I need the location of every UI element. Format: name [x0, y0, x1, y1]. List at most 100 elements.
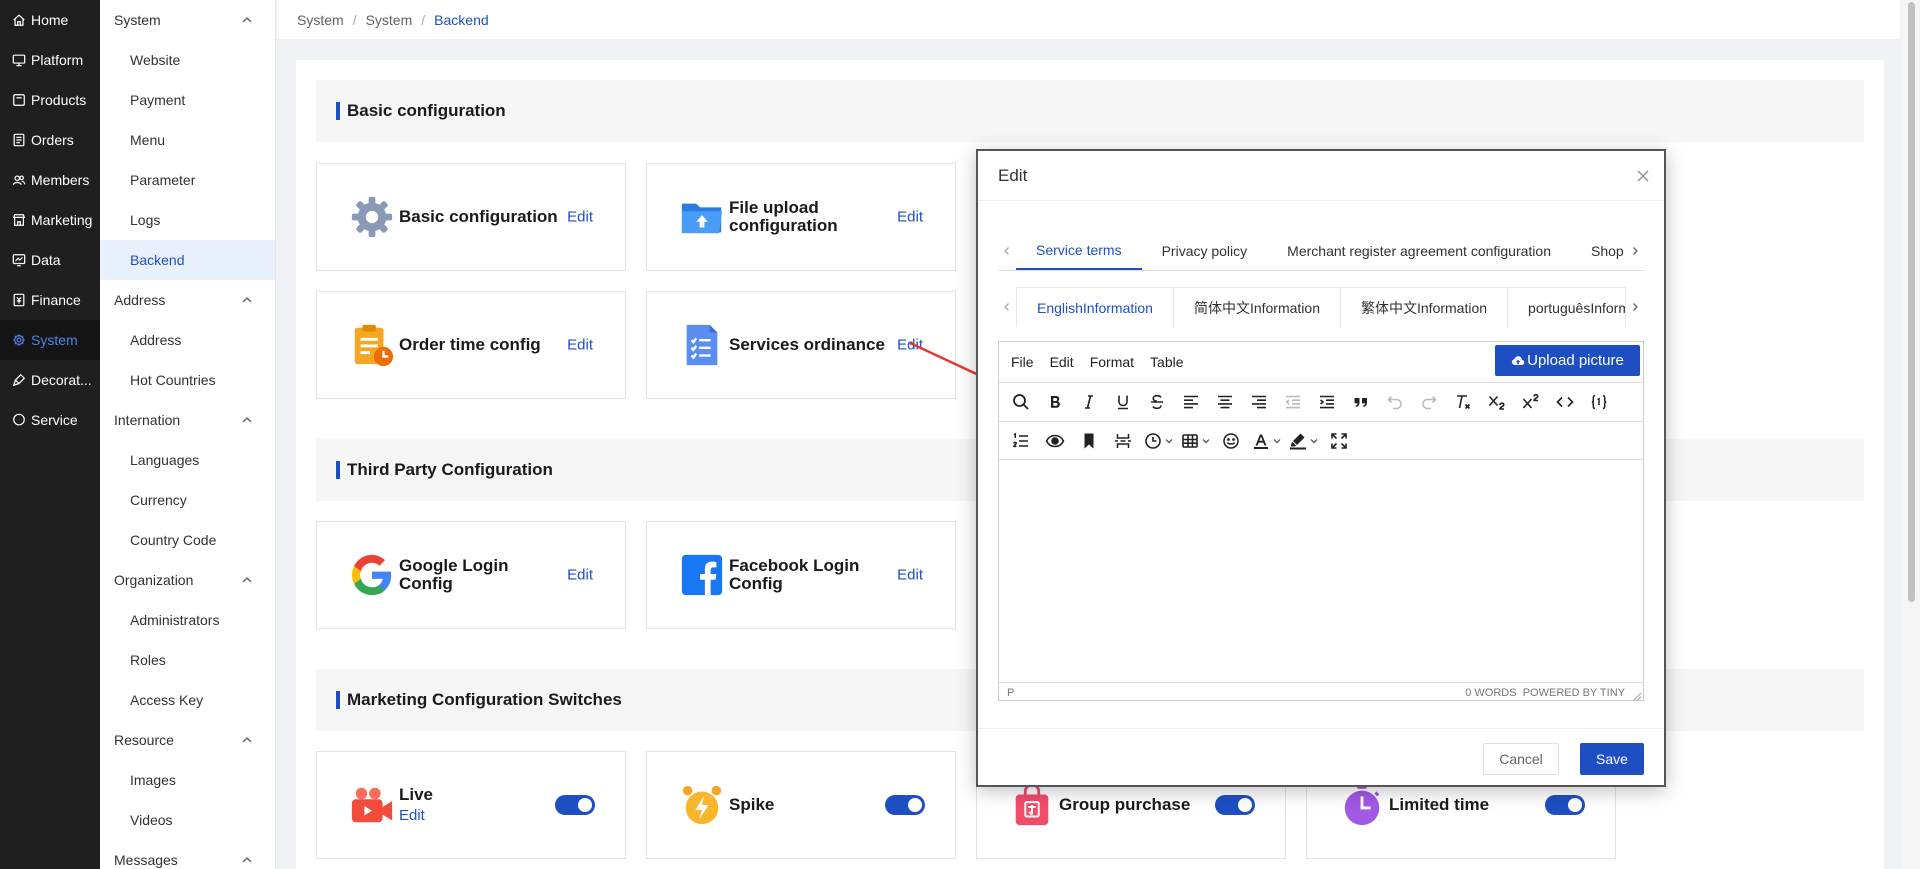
edit-live-link[interactable]: Edit [399, 807, 567, 824]
superscript-button[interactable] [1517, 388, 1545, 416]
submenu-group-resource[interactable]: Resource [100, 720, 275, 760]
lang-tabs-scroll-left[interactable] [998, 287, 1016, 327]
submenu-group-system[interactable]: System [100, 0, 275, 40]
save-button[interactable]: Save [1580, 743, 1644, 775]
strikethrough-button[interactable] [1143, 388, 1171, 416]
rail-item-system[interactable]: System [0, 320, 100, 360]
submenu-item-parameter[interactable]: Parameter [100, 160, 275, 200]
page-scrollbar[interactable] [1903, 0, 1920, 869]
editor-content-area[interactable] [999, 460, 1643, 682]
source-code-button[interactable] [1551, 388, 1579, 416]
cancel-button[interactable]: Cancel [1483, 743, 1559, 775]
undo-button[interactable] [1381, 388, 1409, 416]
text-color-button[interactable] [1251, 427, 1282, 455]
tab-privacy-policy[interactable]: Privacy policy [1142, 232, 1268, 270]
menu-format[interactable]: Format [1090, 354, 1134, 370]
limited-time-toggle[interactable] [1545, 795, 1585, 815]
close-icon[interactable] [1636, 169, 1650, 183]
powered-by-link[interactable]: POWERED BY TINY [1523, 687, 1625, 699]
bold-button[interactable] [1041, 388, 1069, 416]
submenu-item-website[interactable]: Website [100, 40, 275, 80]
table-button[interactable] [1180, 427, 1211, 455]
tab-portuguese-information[interactable]: portuguêsInform [1508, 288, 1625, 327]
emoticons-button[interactable] [1217, 427, 1245, 455]
upload-picture-button[interactable]: Upload picture [1495, 345, 1640, 376]
submenu-group-address[interactable]: Address [100, 280, 275, 320]
submenu-item-videos[interactable]: Videos [100, 800, 275, 840]
breadcrumb-item-system-sub[interactable]: System [366, 12, 413, 28]
edit-basic-configuration-link[interactable]: Edit [567, 209, 593, 226]
submenu-item-country-code[interactable]: Country Code [100, 520, 275, 560]
blockquote-button[interactable] [1347, 388, 1375, 416]
submenu-item-menu[interactable]: Menu [100, 120, 275, 160]
indent-button[interactable] [1313, 388, 1341, 416]
breadcrumb-item-system[interactable]: System [297, 12, 344, 28]
edit-file-upload-link[interactable]: Edit [897, 209, 923, 226]
rail-item-data[interactable]: Data [0, 240, 100, 280]
rail-item-service[interactable]: Service [0, 400, 100, 440]
rail-item-marketing[interactable]: Marketing [0, 200, 100, 240]
insert-datetime-button[interactable] [1143, 427, 1174, 455]
submenu-group-organization[interactable]: Organization [100, 560, 275, 600]
submenu-item-backend[interactable]: Backend [100, 240, 275, 280]
submenu-item-access-key[interactable]: Access Key [100, 680, 275, 720]
edit-facebook-login-link[interactable]: Edit [897, 567, 923, 584]
submenu-item-images[interactable]: Images [100, 760, 275, 800]
edit-order-time-link[interactable]: Edit [567, 337, 593, 354]
underline-button[interactable] [1109, 388, 1137, 416]
edit-services-ordinance-link[interactable]: Edit [897, 337, 923, 354]
lang-tabs-scroll-right[interactable] [1626, 287, 1644, 327]
rail-item-members[interactable]: Members [0, 160, 100, 200]
anchor-button[interactable] [1075, 427, 1103, 455]
align-right-button[interactable] [1245, 388, 1273, 416]
highlight-color-button[interactable] [1288, 427, 1319, 455]
rail-item-finance[interactable]: Finance [0, 280, 100, 320]
tab-shop[interactable]: Shop [1571, 232, 1626, 270]
align-center-button[interactable] [1211, 388, 1239, 416]
menu-edit[interactable]: Edit [1050, 354, 1074, 370]
preview-button[interactable] [1041, 427, 1069, 455]
tab-traditional-chinese-information[interactable]: 繁体中文Information [1341, 288, 1509, 327]
align-left-button[interactable] [1177, 388, 1205, 416]
search-replace-button[interactable] [1007, 388, 1035, 416]
submenu-group-internation[interactable]: Internation [100, 400, 275, 440]
subscript-button[interactable] [1483, 388, 1511, 416]
tab-merchant-register-agreement[interactable]: Merchant register agreement configuratio… [1267, 232, 1571, 270]
tabs-scroll-right[interactable] [1626, 232, 1644, 270]
outdent-button[interactable] [1279, 388, 1307, 416]
redo-button[interactable] [1415, 388, 1443, 416]
italic-button[interactable] [1075, 388, 1103, 416]
submenu-item-currency[interactable]: Currency [100, 480, 275, 520]
edit-google-login-link[interactable]: Edit [567, 567, 593, 584]
element-path[interactable]: P [1007, 687, 1014, 699]
rail-item-decoration[interactable]: Decorat... [0, 360, 100, 400]
submenu-item-hot-countries[interactable]: Hot Countries [100, 360, 275, 400]
submenu-item-administrators[interactable]: Administrators [100, 600, 275, 640]
rail-item-products[interactable]: Products [0, 80, 100, 120]
submenu-item-logs[interactable]: Logs [100, 200, 275, 240]
fullscreen-button[interactable] [1325, 427, 1353, 455]
tabs-scroll-left[interactable] [998, 232, 1016, 270]
menu-file[interactable]: File [1011, 354, 1034, 370]
clear-formatting-button[interactable] [1449, 388, 1477, 416]
submenu-item-payment[interactable]: Payment [100, 80, 275, 120]
rail-item-platform[interactable]: Platform [0, 40, 100, 80]
tab-simplified-chinese-information[interactable]: 简体中文Information [1174, 288, 1341, 327]
group-purchase-toggle[interactable] [1215, 795, 1255, 815]
resize-handle-icon[interactable] [1633, 692, 1642, 701]
spike-toggle[interactable] [885, 795, 925, 815]
submenu-item-languages[interactable]: Languages [100, 440, 275, 480]
scrollbar-thumb[interactable] [1908, 2, 1915, 602]
submenu-item-roles[interactable]: Roles [100, 640, 275, 680]
live-toggle[interactable] [555, 795, 595, 815]
page-break-button[interactable] [1109, 427, 1137, 455]
menu-table[interactable]: Table [1150, 354, 1183, 370]
tab-service-terms[interactable]: Service terms [1016, 232, 1142, 270]
rail-item-home[interactable]: Home [0, 0, 100, 40]
submenu-item-address[interactable]: Address [100, 320, 275, 360]
tab-english-information[interactable]: EnglishInformation [1017, 288, 1174, 327]
rail-item-orders[interactable]: Orders [0, 120, 100, 160]
submenu-group-messages[interactable]: Messages [100, 840, 275, 869]
code-sample-button[interactable] [1585, 388, 1613, 416]
numbered-list-button[interactable] [1007, 427, 1035, 455]
